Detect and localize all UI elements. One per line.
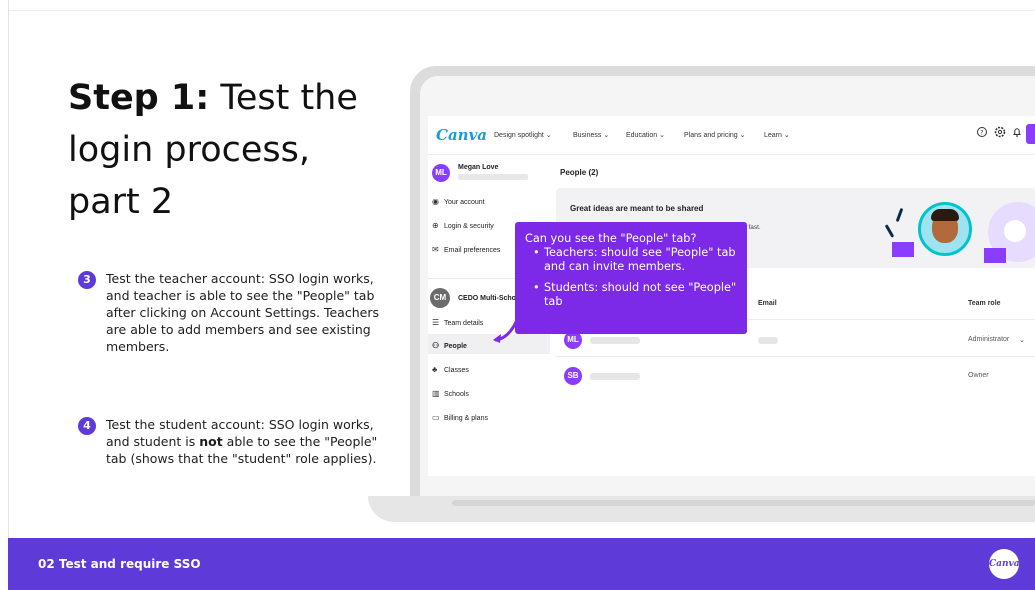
envelope-illustration (892, 242, 914, 257)
user-email-blurred (458, 174, 528, 180)
table-divider (556, 356, 1035, 357)
step-3: 3 Test the teacher account: SSO login wo… (78, 270, 398, 360)
canva-navbar: Canva Design spotlight ⌄ Business ⌄ Educ… (428, 116, 1035, 155)
step-4-number: 4 (78, 417, 96, 435)
svg-text:?: ? (980, 129, 983, 136)
user-avatar[interactable]: ML (432, 164, 450, 182)
banner-title: Great ideas are meant to be shared (570, 204, 704, 213)
column-header-email[interactable]: Email (758, 300, 777, 307)
laptop-trackpad-edge (452, 500, 1035, 506)
step-4-text: Test the student account: SSO login work… (106, 416, 391, 467)
slide-footer: 02 Test and require SSO Canva (8, 538, 1035, 590)
step-4: 4 Test the student account: SSO login wo… (78, 416, 398, 488)
sidebar-item-classes[interactable]: ♣ Classes (432, 365, 469, 374)
member-role[interactable]: Administrator (968, 336, 1009, 343)
sidebar-item-label: Email preferences (444, 247, 501, 254)
sidebar-item-your-account[interactable]: ◉ Your account (432, 197, 485, 206)
slide-left-border (8, 0, 9, 538)
canva-footer-logo: Canva (989, 549, 1020, 579)
account-icon: ◉ (432, 197, 439, 206)
person-illustration (918, 202, 972, 256)
people-page-title: People (2) (560, 168, 599, 177)
bell-icon[interactable] (1011, 126, 1023, 138)
column-header-team-role[interactable]: Team role (968, 300, 1001, 307)
member-email-blurred (758, 337, 778, 344)
title-bold: Step 1: (68, 78, 210, 118)
sidebar-item-label: Login & security (444, 223, 494, 230)
callout-bullet-students: Students: should not see "People" tab (533, 281, 739, 309)
sidebar-item-label: Your account (444, 199, 485, 206)
sidebar-item-team-details[interactable]: ☰ Team details (432, 318, 483, 327)
user-name: Megan Love (458, 164, 499, 171)
callout-question: Can you see the "People" tab? (525, 232, 697, 245)
step-3-number: 3 (78, 271, 96, 289)
sidebar-item-login-security[interactable]: ⊕ Login & security (432, 221, 494, 230)
title-rest: Test the (209, 78, 358, 118)
member-role: Owner (968, 372, 989, 379)
list-icon: ☰ (432, 318, 440, 327)
callout-bullet-text: Teachers: should see "People" tab and ca… (544, 246, 736, 273)
slide-title: Step 1: Test the login process, part 2 (68, 72, 398, 228)
chevron-down-icon[interactable]: ⌄ (1019, 336, 1025, 344)
callout-bullet-text: Students: should not see "People" tab (544, 281, 737, 308)
member-avatar: SB (564, 367, 582, 385)
classes-icon: ♣ (432, 365, 438, 374)
sidebar-item-label: Team details (444, 320, 484, 327)
nav-plans-pricing[interactable]: Plans and pricing ⌄ (684, 131, 746, 139)
sidebar-item-schools[interactable]: ▥ Schools (432, 389, 469, 398)
team-avatar[interactable]: CM (430, 288, 450, 308)
settings-icon[interactable] (994, 126, 1006, 138)
nav-business[interactable]: Business ⌄ (573, 131, 609, 139)
sidebar-item-people[interactable]: ⚇ People (432, 341, 467, 350)
building-icon: ▥ (432, 389, 440, 398)
title-line2: login process, (68, 130, 311, 170)
footer-section-title: 02 Test and require SSO (38, 557, 201, 571)
help-icon[interactable]: ? (976, 126, 988, 138)
nav-design-spotlight[interactable]: Design spotlight ⌄ (494, 131, 552, 139)
slide-top-border (8, 10, 1035, 11)
canva-logo[interactable]: Canva (436, 126, 487, 144)
callout-bullet-teachers: Teachers: should see "People" tab and ca… (533, 246, 739, 274)
callout-arrow-icon (493, 318, 519, 343)
nav-education[interactable]: Education ⌄ (626, 131, 665, 139)
member-name-blurred (590, 337, 640, 344)
title-line3: part 2 (68, 182, 174, 222)
sidebar-item-label: Classes (444, 367, 469, 374)
sidebar-item-email-preferences[interactable]: ✉ Email preferences (432, 245, 500, 254)
person-silhouette (1004, 220, 1026, 242)
nav-learn[interactable]: Learn ⌄ (764, 131, 790, 139)
mail-icon: ✉ (432, 245, 439, 254)
team-name: CEDO Multi-Scho (458, 295, 516, 302)
sidebar-item-label: People (444, 343, 467, 350)
sidebar-item-label: Schools (444, 391, 469, 398)
step-4-text-bold: not (199, 434, 223, 449)
member-name-blurred (590, 373, 640, 380)
sidebar-item-label: Billing & plans (444, 415, 488, 422)
sidebar-item-billing-plans[interactable]: ▭ Billing & plans (432, 413, 488, 422)
people-icon: ⚇ (432, 341, 440, 350)
card-icon: ▭ (432, 413, 440, 422)
people-tab-callout: Can you see the "People" tab? Teachers: … (515, 222, 747, 334)
step-3-text: Test the teacher account: SSO login work… (106, 271, 379, 354)
nav-cta-button[interactable] (1026, 124, 1035, 144)
lock-icon: ⊕ (432, 221, 439, 230)
person-hair (931, 209, 959, 221)
envelope-illustration (984, 248, 1006, 263)
